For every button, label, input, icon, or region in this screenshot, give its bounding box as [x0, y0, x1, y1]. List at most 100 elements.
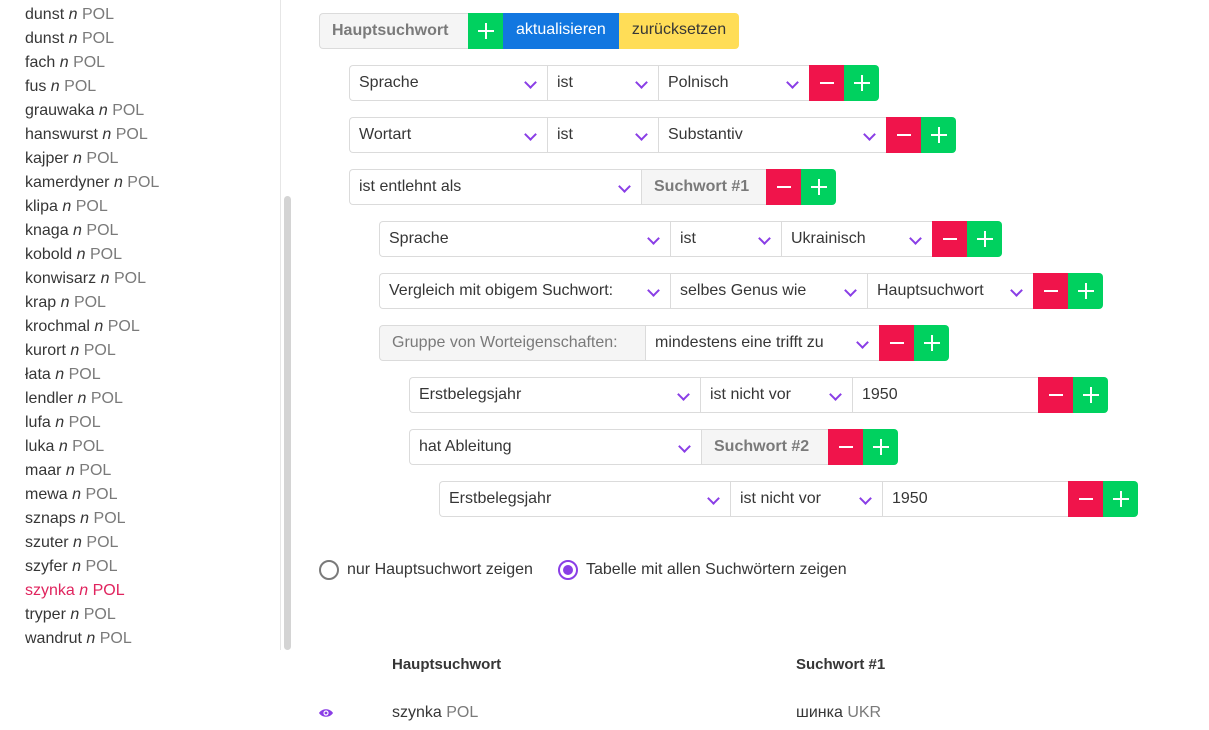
value-select[interactable]: Ukrainisch	[781, 221, 932, 257]
word-list-item[interactable]: kajper n POL	[25, 147, 159, 171]
word-list-item[interactable]: konwisarz n POL	[25, 267, 159, 291]
remove-condition-button[interactable]	[932, 221, 967, 257]
word-list-item[interactable]: maar n POL	[25, 459, 159, 483]
add-condition-button[interactable]	[801, 169, 836, 205]
word-list-item[interactable]: krap n POL	[25, 291, 159, 315]
remove-condition-button[interactable]	[828, 429, 863, 465]
word-list-item[interactable]: tryper n POL	[25, 603, 159, 627]
radio-circle-selected[interactable]	[558, 560, 578, 580]
part-of-speech: n	[72, 558, 82, 575]
word-list-item[interactable]: fus n POL	[25, 75, 159, 99]
operator-select[interactable]: ist	[547, 117, 658, 153]
condition-group-row: Gruppe von Worteigenschaften: mindestens…	[379, 325, 949, 361]
word-list-item[interactable]: lendler n POL	[25, 387, 159, 411]
value-select[interactable]: Substantiv	[658, 117, 886, 153]
word-list-item[interactable]: szynka n POL	[25, 579, 159, 603]
word-list-item[interactable]: krochmal n POL	[25, 315, 159, 339]
radio-label: nur Hauptsuchwort zeigen	[347, 561, 533, 578]
word-list-item[interactable]: kurort n POL	[25, 339, 159, 363]
reset-button[interactable]: zurücksetzen	[618, 13, 740, 49]
word-list-item[interactable]: luka n POL	[25, 435, 159, 459]
part-of-speech: n	[50, 78, 60, 95]
add-condition-button[interactable]	[1073, 377, 1108, 413]
add-condition-button[interactable]	[914, 325, 949, 361]
word-list-item[interactable]: dunst n POL	[25, 27, 159, 51]
word-list-item[interactable]: wandrut n POL	[25, 627, 159, 650]
word-list-item[interactable]: klipa n POL	[25, 195, 159, 219]
add-condition-button[interactable]	[967, 221, 1002, 257]
radio-circle[interactable]	[319, 560, 339, 580]
field-select-value: ist entlehnt als	[359, 178, 462, 195]
value-select[interactable]: Polnisch	[658, 65, 809, 101]
field-select[interactable]: Erstbelegsjahr	[409, 377, 700, 413]
word-list-item[interactable]: kobold n POL	[25, 243, 159, 267]
remove-condition-button[interactable]	[766, 169, 801, 205]
word-list-item[interactable]: knaga n POL	[25, 219, 159, 243]
word-text: kamerdyner	[25, 174, 110, 191]
year-input[interactable]: 1950	[882, 481, 1068, 517]
remove-condition-button[interactable]	[1038, 377, 1073, 413]
radio-table-all[interactable]: Tabelle mit allen Suchwörtern zeigen	[558, 560, 847, 580]
word-list-item[interactable]: lufa n POL	[25, 411, 159, 435]
operator-select[interactable]: ist	[670, 221, 781, 257]
field-select[interactable]: Sprache	[379, 221, 670, 257]
word-list-item[interactable]: łata n POL	[25, 363, 159, 387]
operator-select[interactable]: ist nicht vor	[730, 481, 882, 517]
chevron-down-icon	[844, 284, 857, 297]
word-list-item[interactable]: sznaps n POL	[25, 507, 159, 531]
word-text: szuter	[25, 534, 69, 551]
add-condition-button[interactable]	[921, 117, 956, 153]
add-condition-button[interactable]	[844, 65, 879, 101]
word-list-item[interactable]: dunst n POL	[25, 3, 159, 27]
field-select[interactable]: Wortart	[349, 117, 547, 153]
eye-icon[interactable]	[318, 706, 334, 720]
scrollbar-thumb[interactable]	[284, 196, 291, 650]
chevron-down-icon	[909, 232, 922, 245]
result-s1-word[interactable]: шинка UKR	[796, 704, 881, 722]
part-of-speech: n	[98, 102, 108, 119]
result-main-word[interactable]: szynka POL	[392, 704, 478, 722]
add-condition-button[interactable]	[1103, 481, 1138, 517]
word-list-item[interactable]: mewa n POL	[25, 483, 159, 507]
operator-select[interactable]: selbes Genus wie	[670, 273, 867, 309]
remove-condition-button[interactable]	[809, 65, 844, 101]
value-select-value: Ukrainisch	[791, 230, 866, 247]
word-list-item[interactable]: hanswurst n POL	[25, 123, 159, 147]
field-select[interactable]: Vergleich mit obigem Suchwort:	[379, 273, 670, 309]
add-condition-button[interactable]	[468, 13, 503, 49]
field-select[interactable]: Sprache	[349, 65, 547, 101]
plus-icon	[923, 335, 940, 351]
sidebar-scrollbar[interactable]	[283, 14, 293, 650]
word-list-item[interactable]: szuter n POL	[25, 531, 159, 555]
word-list-item[interactable]: szyfer n POL	[25, 555, 159, 579]
operator-select[interactable]: ist nicht vor	[700, 377, 852, 413]
word-list-item[interactable]: fach n POL	[25, 51, 159, 75]
group-mode-select[interactable]: mindestens eine trifft zu	[645, 325, 879, 361]
field-select[interactable]: ist entlehnt als	[349, 169, 641, 205]
add-condition-button[interactable]	[1068, 273, 1103, 309]
language-code: POL	[86, 150, 119, 167]
update-button[interactable]: aktualisieren	[503, 13, 619, 49]
remove-condition-button[interactable]	[879, 325, 914, 361]
radio-main-only[interactable]: nur Hauptsuchwort zeigen	[319, 560, 533, 580]
year-input[interactable]: 1950	[852, 377, 1038, 413]
remove-condition-button[interactable]	[886, 117, 921, 153]
word-text: konwisarz	[25, 270, 97, 287]
language-code: POL	[75, 198, 108, 215]
word-list-item[interactable]: kamerdyner n POL	[25, 171, 159, 195]
value-select[interactable]: Hauptsuchwort	[867, 273, 1033, 309]
operator-select[interactable]: ist	[547, 65, 658, 101]
word-list-item[interactable]: grauwaka n POL	[25, 99, 159, 123]
field-select[interactable]: Erstbelegsjahr	[439, 481, 730, 517]
word-text: knaga	[25, 222, 69, 239]
word-list: dunst n POL dunst n POL fach n POL fus n PO…	[25, 3, 159, 650]
language-code: POL	[90, 390, 123, 407]
add-condition-button[interactable]	[863, 429, 898, 465]
remove-condition-button[interactable]	[1068, 481, 1103, 517]
chevron-down-icon	[707, 492, 720, 505]
language-code: POL	[79, 462, 112, 479]
remove-condition-button[interactable]	[1033, 273, 1068, 309]
language-code: POL	[68, 366, 101, 383]
word-list-panel: dunst n POL dunst n POL fach n POL fus n PO…	[0, 0, 281, 650]
field-select[interactable]: hat Ableitung	[409, 429, 701, 465]
